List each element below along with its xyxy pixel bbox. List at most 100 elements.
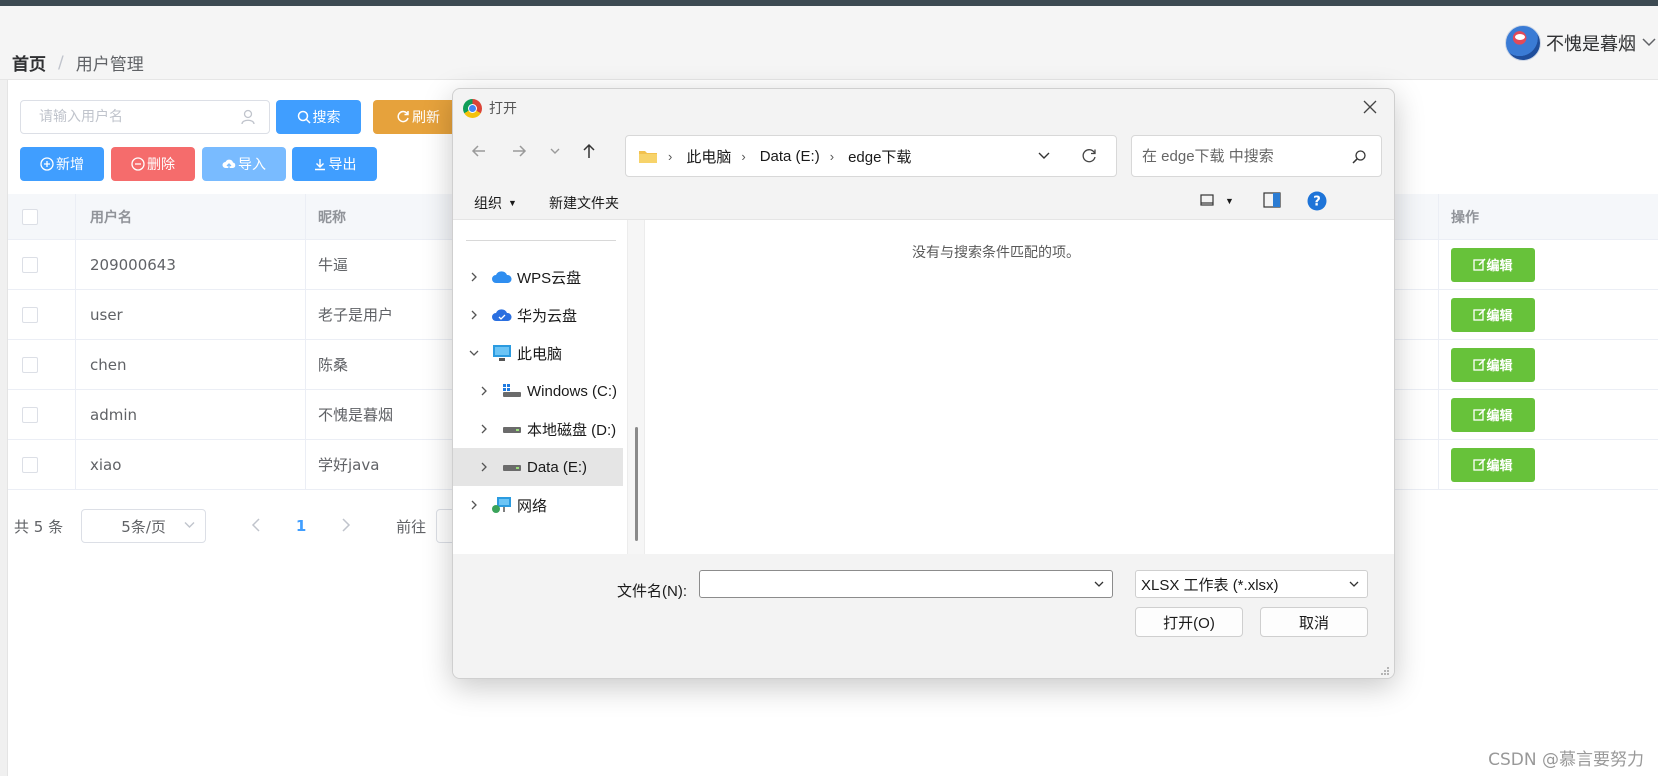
path-segment-label: 此电脑 bbox=[686, 148, 732, 166]
chevron-right-icon[interactable] bbox=[467, 498, 481, 512]
new-folder-button[interactable]: 新建文件夹 bbox=[549, 193, 619, 213]
tree-item-network[interactable]: 网络 bbox=[453, 486, 623, 524]
page-number[interactable]: 1 bbox=[276, 517, 326, 535]
help-icon[interactable]: ? bbox=[1307, 191, 1327, 211]
path-segment[interactable]: › 此电脑 bbox=[668, 146, 731, 167]
cell-nickname: 陈桑 bbox=[318, 356, 349, 374]
chevron-right-icon[interactable] bbox=[477, 384, 491, 398]
address-bar[interactable]: › 此电脑 › Data (E:) › edge下载 bbox=[625, 135, 1117, 177]
tree-item-drive-e[interactable]: Data (E:) bbox=[453, 448, 623, 486]
tree-separator bbox=[466, 240, 616, 241]
username-search-input[interactable] bbox=[20, 100, 270, 134]
page-size-select[interactable]: 5条/页 bbox=[81, 509, 207, 543]
filename-input[interactable] bbox=[706, 571, 1086, 597]
cell-nickname: 牛逼 bbox=[318, 256, 349, 274]
refresh-button[interactable]: 刷新 bbox=[373, 100, 463, 134]
column-divider bbox=[1438, 290, 1439, 339]
row-checkbox[interactable] bbox=[22, 306, 38, 323]
column-divider bbox=[1438, 390, 1439, 439]
avatar[interactable] bbox=[1505, 25, 1541, 61]
row-check-cell bbox=[22, 440, 38, 489]
edit-button[interactable]: 编辑 bbox=[1451, 297, 1535, 332]
tree-item-this-pc[interactable]: 此电脑 bbox=[453, 334, 623, 372]
edit-button[interactable]: 编辑 bbox=[1451, 247, 1535, 282]
scrollbar-thumb[interactable] bbox=[635, 427, 638, 541]
pagination-total: 共 5 条 bbox=[14, 517, 64, 536]
row-checkbox[interactable] bbox=[22, 406, 38, 423]
edit-icon bbox=[1473, 408, 1487, 421]
user-icon bbox=[241, 109, 255, 125]
column-divider bbox=[305, 440, 306, 489]
folder-icon bbox=[639, 151, 657, 163]
edit-button[interactable]: 编辑 bbox=[1451, 397, 1535, 432]
column-divider bbox=[75, 240, 76, 289]
up-arrow-icon[interactable] bbox=[575, 137, 603, 165]
import-button-label: 导入 bbox=[238, 156, 266, 172]
tree-item-drive-c[interactable]: Windows (C:) bbox=[453, 372, 623, 410]
search-button[interactable]: 搜索 bbox=[276, 100, 361, 134]
row-check-cell bbox=[22, 340, 38, 389]
chevron-down-icon[interactable] bbox=[1642, 35, 1656, 51]
folder-search-box[interactable] bbox=[1131, 135, 1382, 177]
row-checkbox[interactable] bbox=[22, 356, 38, 373]
path-segment[interactable]: › edge下载 bbox=[830, 146, 912, 167]
column-divider bbox=[1438, 440, 1439, 489]
recent-locations-icon[interactable] bbox=[541, 137, 569, 165]
chevron-down-icon[interactable] bbox=[467, 346, 481, 360]
user-menu[interactable]: 不愧是暮烟 bbox=[1505, 24, 1658, 62]
export-button[interactable]: 导出 bbox=[292, 147, 377, 181]
tree-item-wps-cloud[interactable]: WPS云盘 bbox=[453, 258, 623, 296]
next-page-icon[interactable] bbox=[326, 517, 366, 536]
row-checkbox[interactable] bbox=[22, 456, 38, 473]
select-all-checkbox[interactable] bbox=[22, 208, 38, 225]
chevron-right-icon[interactable] bbox=[467, 270, 481, 284]
username[interactable]: 不愧是暮烟 bbox=[1546, 30, 1636, 56]
folder-search-input[interactable] bbox=[1142, 136, 1342, 176]
add-button[interactable]: 新增 bbox=[20, 147, 104, 181]
path-segment[interactable]: › Data (E:) bbox=[741, 148, 819, 165]
cell-nickname: 学好java bbox=[318, 456, 380, 474]
edit-button[interactable]: 编辑 bbox=[1451, 447, 1535, 482]
breadcrumb-home[interactable]: 首页 bbox=[12, 50, 46, 75]
filetype-select[interactable]: XLSX 工作表 (*.xlsx) bbox=[1135, 570, 1368, 598]
path-segment-label: Data (E:) bbox=[759, 147, 820, 165]
filename-combobox[interactable] bbox=[699, 570, 1113, 598]
caret-down-icon[interactable]: ▼ bbox=[1225, 196, 1234, 206]
cancel-button[interactable]: 取消 bbox=[1260, 607, 1368, 637]
left-edge bbox=[0, 80, 8, 776]
row-checkbox[interactable] bbox=[22, 256, 38, 273]
organize-menu[interactable]: 组织 ▼ bbox=[474, 193, 517, 213]
drive-icon bbox=[503, 427, 521, 433]
search-icon[interactable] bbox=[1351, 149, 1367, 165]
refresh-icon[interactable] bbox=[1080, 147, 1098, 165]
view-mode-icon[interactable] bbox=[1199, 192, 1215, 208]
page-size-value: 5条/页 bbox=[121, 517, 166, 536]
preview-pane-icon[interactable] bbox=[1263, 192, 1281, 208]
navigation-scrollbar[interactable] bbox=[627, 220, 645, 555]
column-divider bbox=[305, 240, 306, 289]
chevron-down-icon[interactable] bbox=[1092, 577, 1106, 591]
tree-item-huawei-cloud[interactable]: 华为云盘 bbox=[453, 296, 623, 334]
tree-item-drive-d[interactable]: 本地磁盘 (D:) bbox=[453, 410, 623, 448]
chevron-right-icon[interactable] bbox=[477, 422, 491, 436]
column-divider bbox=[305, 194, 306, 239]
username-search-field[interactable] bbox=[39, 101, 239, 133]
delete-button[interactable]: 删除 bbox=[111, 147, 195, 181]
cell-actions: 编辑 bbox=[1451, 240, 1535, 289]
close-icon[interactable] bbox=[1358, 95, 1382, 119]
empty-message: 没有与搜索条件匹配的项。 bbox=[912, 244, 1080, 260]
dialog-title-bar[interactable]: 打开 bbox=[453, 89, 1394, 125]
file-list-area[interactable]: 没有与搜索条件匹配的项。 bbox=[646, 220, 1394, 555]
chevron-right-icon[interactable] bbox=[477, 460, 491, 474]
edit-button[interactable]: 编辑 bbox=[1451, 347, 1535, 382]
import-button[interactable]: 导入 bbox=[202, 147, 286, 181]
chevron-right-icon[interactable] bbox=[467, 308, 481, 322]
chevron-down-icon[interactable] bbox=[1036, 148, 1052, 164]
edit-icon bbox=[1473, 358, 1487, 371]
forward-arrow-icon[interactable] bbox=[505, 137, 533, 165]
open-button[interactable]: 打开(O) bbox=[1135, 607, 1243, 637]
column-header-actions: 操作 bbox=[1451, 209, 1479, 226]
resize-grip-icon[interactable] bbox=[1380, 666, 1390, 676]
back-arrow-icon[interactable] bbox=[465, 137, 493, 165]
prev-page-icon[interactable] bbox=[236, 517, 276, 536]
